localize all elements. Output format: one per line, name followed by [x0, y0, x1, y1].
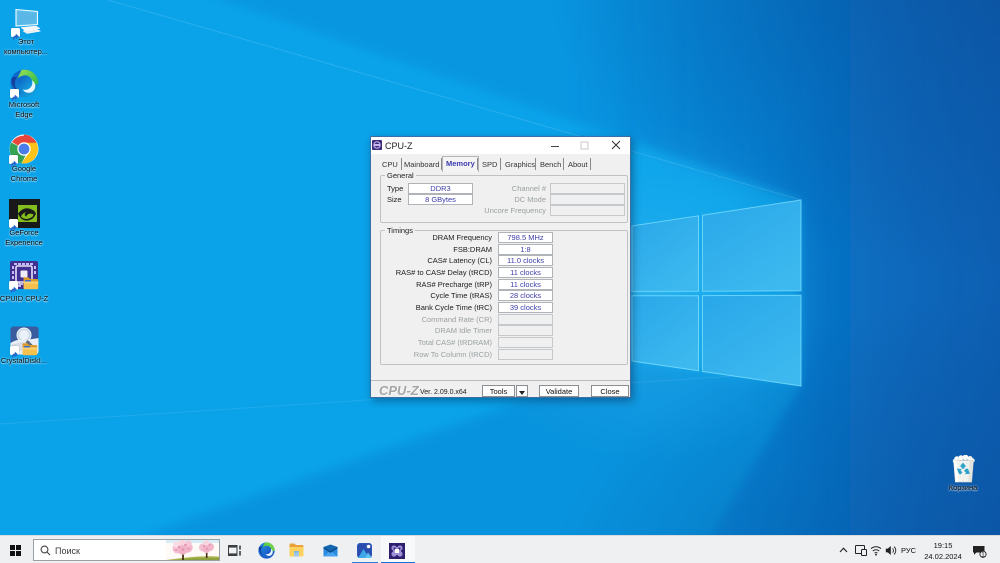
- svg-text:1: 1: [981, 552, 985, 558]
